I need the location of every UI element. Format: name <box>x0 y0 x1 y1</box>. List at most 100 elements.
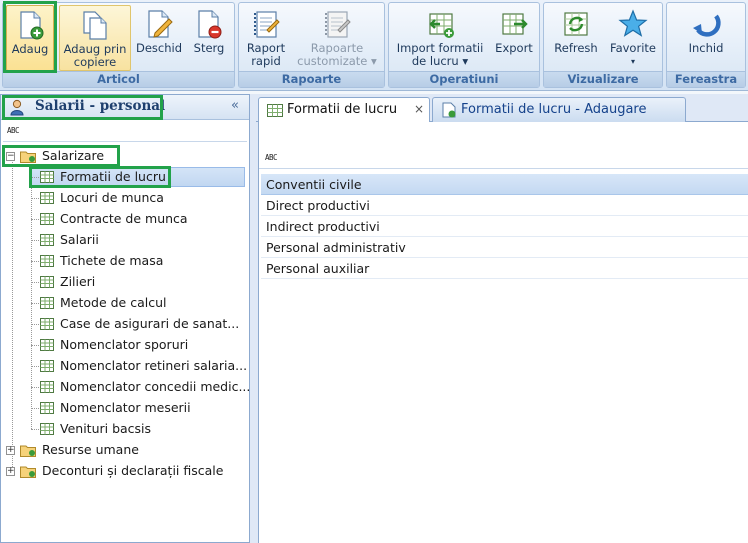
ribbon-group-title-articol: Articol <box>3 71 234 87</box>
raport-rapid-button[interactable]: Raport rapid <box>243 5 289 71</box>
formatii-grid: ABC Conventii civile Direct productivi Ind… <box>258 122 748 543</box>
table-row[interactable]: Conventii civile <box>261 174 748 195</box>
grid-icon <box>40 318 54 330</box>
tree-node-resurse-umane[interactable]: + Resurse umane <box>6 440 206 460</box>
ribbon-group-operatiuni: Import formatii de lucru ▾ Export Operat… <box>388 2 540 88</box>
close-icon[interactable]: × <box>414 98 424 121</box>
sterg-button[interactable]: Sterg <box>187 5 231 71</box>
grid-icon <box>40 276 54 288</box>
inchid-button[interactable]: Inchid <box>677 5 735 71</box>
tree-line <box>31 198 39 199</box>
tree-node-salarizare[interactable]: − Salarizare <box>6 146 118 166</box>
grid-icon <box>40 192 54 204</box>
tree-node-child[interactable]: Nomenclator sporuri <box>40 335 246 355</box>
document-tab-strip: Formatii de lucru × Formatii de lucru - … <box>256 94 748 123</box>
tree-node-child[interactable]: Nomenclator meserii <box>40 398 246 418</box>
tree-node-label: Salarii <box>60 232 99 247</box>
tree-node-label: Nomenclator retineri salaria... <box>60 358 248 373</box>
close-window-icon <box>693 14 721 37</box>
adaug-prin-copiere-button[interactable]: Adaug prin copiere <box>59 5 131 71</box>
tree-node-label: Venituri bacsis <box>60 421 152 436</box>
tree-node-child[interactable]: Formatii de lucru <box>40 167 246 187</box>
person-icon <box>10 99 24 116</box>
folder-icon <box>20 445 36 457</box>
table-row[interactable]: Indirect productivi <box>261 216 748 237</box>
tree-node-deconturi[interactable]: + Deconturi și declarații fiscale <box>6 461 246 481</box>
rapoarte-customizate-button[interactable]: Rapoarte customizate ▾ <box>293 5 381 71</box>
tree-line <box>12 157 13 473</box>
expand-icon[interactable]: + <box>6 467 15 476</box>
folder-icon <box>20 466 36 478</box>
tree-node-label: Nomenclator meserii <box>60 400 191 415</box>
tree-node-child[interactable]: Tichete de masa <box>40 251 246 271</box>
grid-icon <box>40 402 54 414</box>
favorite-button[interactable]: Favorite ▾ <box>606 5 660 71</box>
document-edit-icon <box>148 10 173 38</box>
ribbon: Adaug Adaug prin copiere Deschid Sterg A… <box>0 0 748 91</box>
tree-node-label: Resurse umane <box>42 442 139 457</box>
tree-filter-bar[interactable]: ABC <box>3 121 247 142</box>
refresh-icon <box>564 12 588 36</box>
export-icon <box>502 13 528 35</box>
grid-icon <box>40 360 54 372</box>
tree-node-child[interactable]: Metode de calcul <box>40 293 246 313</box>
ribbon-group-title-fereastra: Fereastra <box>667 71 745 87</box>
ribbon-group-fereastra: Inchid Fereastra <box>666 2 746 88</box>
table-row[interactable]: Personal auxiliar <box>261 258 748 279</box>
tab-label: Formatii de lucru <box>287 102 398 117</box>
grid-icon <box>40 171 54 183</box>
tree-node-child[interactable]: Salarii <box>40 230 246 250</box>
tree-node-label: Deconturi și declarații fiscale <box>42 463 224 478</box>
tab-formatii-de-lucru-adaugare[interactable]: Formatii de lucru - Adaugare <box>432 97 686 122</box>
tree-node-label: Contracte de munca <box>60 211 188 226</box>
tab-label: Formatii de lucru - Adaugare <box>461 102 647 117</box>
import-formatii-button[interactable]: Import formatii de lucru ▾ <box>393 5 487 71</box>
document-delete-icon <box>198 10 222 39</box>
documents-copy-icon <box>83 11 107 40</box>
import-formatii-label-2: de lucru ▾ <box>411 54 469 68</box>
folder-open-icon <box>20 151 36 163</box>
tree-line <box>31 345 39 346</box>
tree-line <box>31 366 39 367</box>
text-filter-icon: ABC <box>7 126 20 135</box>
grid-filter-bar[interactable]: ABC <box>259 148 748 169</box>
tab-formatii-de-lucru[interactable]: Formatii de lucru × <box>258 97 430 123</box>
ribbon-group-title-operatiuni: Operatiuni <box>389 71 539 87</box>
tree-node-child[interactable]: Case de asigurari de sanat... <box>40 314 246 334</box>
grid-icon <box>40 423 54 435</box>
navigation-panel-title: Salarii - personal <box>35 98 166 114</box>
grid-icon <box>40 213 54 225</box>
tree-line <box>31 282 39 283</box>
tree-line <box>31 165 32 429</box>
tree-node-child[interactable]: Locuri de munca <box>40 188 246 208</box>
report-icon <box>254 11 280 38</box>
document-add-icon <box>442 102 456 118</box>
collapse-icon[interactable]: − <box>6 152 15 161</box>
tree-node-child[interactable]: Nomenclator concedii medic... <box>40 377 250 397</box>
adaug-button[interactable]: Adaug <box>6 5 54 71</box>
navigation-panel-header: Salarii - personal « <box>1 95 249 120</box>
tree-line <box>31 387 39 388</box>
tree-node-child[interactable]: Venituri bacsis <box>40 419 246 439</box>
tree-node-child[interactable]: Zilieri <box>40 272 246 292</box>
tree-line <box>31 177 39 178</box>
ribbon-group-title-rapoarte: Rapoarte <box>239 71 384 87</box>
tree-node-label: Case de asigurari de sanat... <box>60 316 240 331</box>
expand-icon[interactable]: + <box>6 446 15 455</box>
tree-node-label: Formatii de lucru <box>60 169 166 184</box>
deschid-button[interactable]: Deschid <box>135 5 183 71</box>
export-button[interactable]: Export <box>491 5 537 71</box>
table-row[interactable]: Personal administrativ <box>261 237 748 258</box>
collapse-panel-button[interactable]: « <box>231 98 239 113</box>
adaug-label: Adaug <box>11 42 49 56</box>
ribbon-group-articol: Adaug Adaug prin copiere Deschid Sterg A… <box>2 2 235 88</box>
ribbon-group-vizualizare: Refresh Favorite ▾ Vizualizare <box>543 2 663 88</box>
refresh-button[interactable]: Refresh <box>548 5 604 71</box>
inchid-label: Inchid <box>688 41 724 55</box>
tree-node-child[interactable]: Nomenclator retineri salaria... <box>40 356 248 376</box>
favorite-label-2: ▾ <box>630 57 635 66</box>
table-row[interactable]: Direct productivi <box>261 195 748 216</box>
tree-node-child[interactable]: Contracte de munca <box>40 209 246 229</box>
refresh-label: Refresh <box>554 41 598 55</box>
tree-node-label: Zilieri <box>60 274 96 289</box>
